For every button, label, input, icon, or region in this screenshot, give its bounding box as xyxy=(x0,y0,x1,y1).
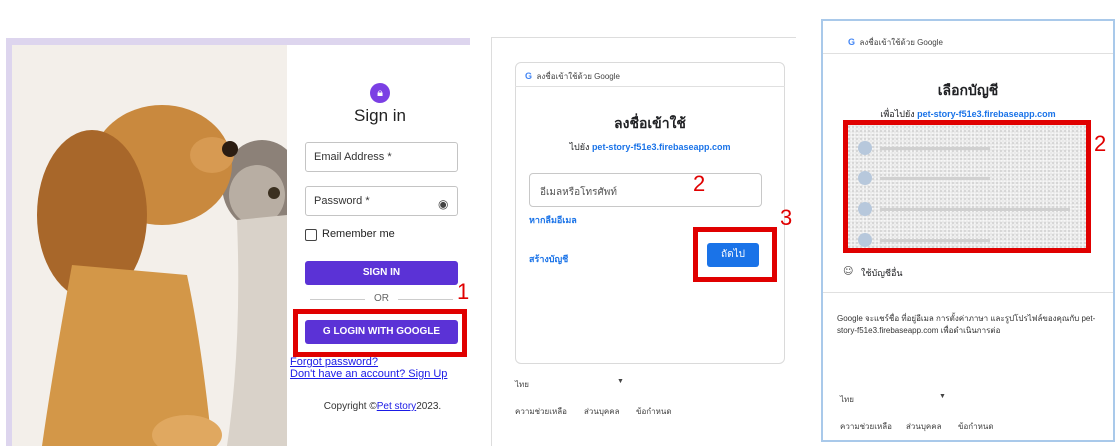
header-divider-3 xyxy=(823,53,1113,54)
eye-icon[interactable]: ◉ xyxy=(438,197,452,211)
header-text-3: ลงชื่อเข้าใช้ด้วย Google xyxy=(859,38,943,47)
sign-up-link[interactable]: Don't have an account? Sign Up xyxy=(290,368,447,380)
sign-in-subtitle: ไปยัง pet-story-f51e3.firebaseapp.com xyxy=(515,140,785,154)
choose-account-heading: เลือกบัญชี xyxy=(937,82,999,98)
google-logo-icon: G xyxy=(848,37,856,47)
copyright-year: 2023. xyxy=(416,401,442,412)
choose-account-subtitle: เพื่อไปยัง pet-story-f51e3.firebaseapp.c… xyxy=(821,107,1115,121)
remember-label: Remember me xyxy=(322,228,395,240)
email-or-phone-input[interactable]: อีเมลหรือโทรศัพท์ xyxy=(529,173,762,207)
header-text-2: ลงชื่อเข้าใช้ด้วย Google xyxy=(536,72,620,81)
copyright-text: Copyright ©Pet story2023. xyxy=(300,401,465,412)
sign-in-title: Sign in xyxy=(354,106,406,125)
sign-in-heading: ลงชื่อเข้าใช้ xyxy=(614,115,686,131)
privacy-link-3[interactable]: ส่วนบุคคล xyxy=(906,420,942,433)
step-number-2: 2 xyxy=(693,171,706,196)
remember-checkbox[interactable] xyxy=(305,229,317,241)
google-header-3: G ลงชื่อเข้าใช้ด้วย Google xyxy=(848,36,943,49)
step-number-1: 1 xyxy=(457,279,470,304)
language-select-2[interactable]: ไทย xyxy=(515,378,529,391)
create-account-link[interactable]: สร้างบัญชี xyxy=(529,252,568,266)
google-logo-icon: G xyxy=(525,71,533,81)
forgot-password-link[interactable]: Forgot password? xyxy=(290,356,378,368)
highlight-box-google xyxy=(293,309,467,357)
domain-link-2[interactable]: pet-story-f51e3.firebaseapp.com xyxy=(592,142,731,152)
subtitle-prefix-2: ไปยัง xyxy=(569,142,590,152)
subtitle-prefix-3: เพื่อไปยัง xyxy=(880,109,915,119)
help-link-3[interactable]: ความช่วยเหลือ xyxy=(840,420,892,433)
terms-link-3[interactable]: ข้อกำหนด xyxy=(958,420,994,433)
or-divider: OR xyxy=(305,293,458,304)
domain-link-3[interactable]: pet-story-f51e3.firebaseapp.com xyxy=(917,109,1056,119)
terms-link-2[interactable]: ข้อกำหนด xyxy=(636,405,672,418)
person-icon: ☺ xyxy=(843,266,854,277)
header-divider-2 xyxy=(515,86,785,87)
pet-story-link[interactable]: Pet story xyxy=(377,401,416,412)
lock-icon: 🔒︎ xyxy=(370,83,390,103)
chevron-down-icon[interactable]: ▼ xyxy=(939,393,946,400)
password-field[interactable]: Password * xyxy=(305,186,458,216)
sign-in-button[interactable]: SIGN IN xyxy=(305,261,458,285)
forgot-email-link[interactable]: หากลืมอีเมล xyxy=(529,213,577,227)
use-another-account[interactable]: ใช้บัญชีอื่น xyxy=(861,266,903,280)
step-number-2-accounts: 2 xyxy=(1094,131,1107,156)
highlight-box-accounts xyxy=(843,120,1091,253)
language-select-3[interactable]: ไทย xyxy=(840,393,854,406)
account-divider xyxy=(823,292,1113,293)
copyright-prefix: Copyright © xyxy=(323,401,377,412)
sharing-description: Google จะแชร์ชื่อ ที่อยู่อีเมล การตั้งค่… xyxy=(837,314,1096,335)
help-link-2[interactable]: ความช่วยเหลือ xyxy=(515,405,567,418)
chevron-down-icon[interactable]: ▼ xyxy=(617,378,624,385)
privacy-link-2[interactable]: ส่วนบุคคล xyxy=(584,405,620,418)
email-field[interactable]: Email Address * xyxy=(305,142,458,172)
step-number-3: 3 xyxy=(780,205,793,230)
highlight-box-next xyxy=(693,227,777,282)
pet-photo xyxy=(12,45,287,446)
google-header-2: G ลงชื่อเข้าใช้ด้วย Google xyxy=(525,70,620,83)
